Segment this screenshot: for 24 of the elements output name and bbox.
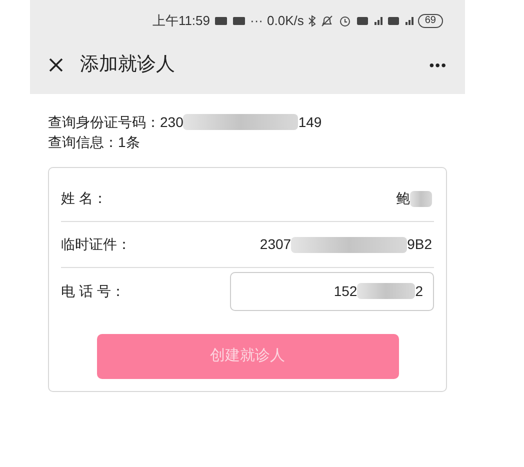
- field-value: 152: [334, 282, 358, 300]
- field-label: 临时证件：: [61, 235, 131, 254]
- signal-icon: [404, 17, 414, 25]
- alarm-icon: [338, 15, 352, 27]
- more-indicator: ···: [250, 12, 264, 30]
- battery-indicator: 69: [418, 14, 443, 28]
- status-time: 上午11:59: [152, 12, 210, 30]
- query-count: 查询信息：1条: [48, 133, 141, 152]
- id-number-text: 查询身份证号码：230: [48, 113, 184, 132]
- id-number-tail: 149: [298, 113, 322, 132]
- field-label: 姓 名：: [61, 189, 107, 208]
- field-label: 电 话 号：: [61, 282, 125, 300]
- bell-off-icon: [320, 15, 334, 27]
- field-value-tail: 2: [415, 282, 423, 300]
- signal-icon: [374, 17, 383, 25]
- page-title: 添加就诊人: [80, 52, 175, 77]
- field-value-tail: 9B2: [407, 235, 432, 254]
- field-value: 2307: [260, 235, 292, 254]
- close-icon[interactable]: [48, 57, 64, 73]
- network-speed: 0.0K/s: [267, 12, 304, 30]
- field-value: 鲍: [396, 189, 410, 208]
- more-menu[interactable]: •••: [429, 54, 447, 76]
- bluetooth-icon: [308, 15, 316, 27]
- phone-input[interactable]: 152 2: [230, 272, 434, 310]
